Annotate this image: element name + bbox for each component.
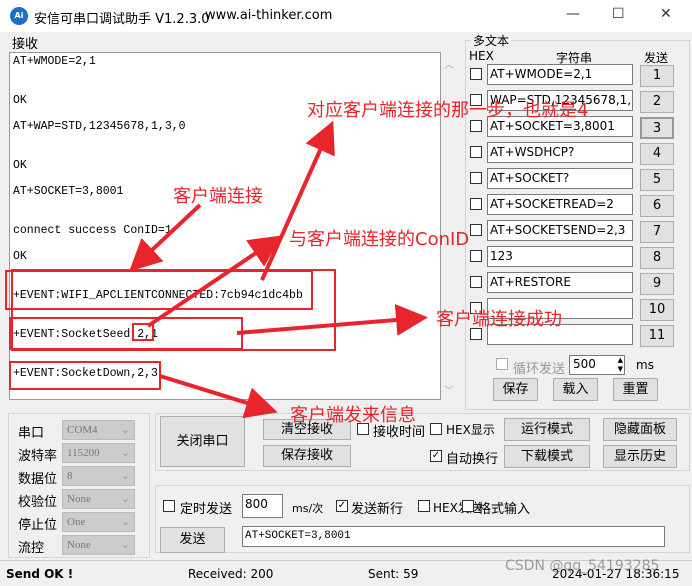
annotation-step-4: 对应客户端连接的那一步，也就是4 [307, 100, 589, 121]
annotation-overlay [5, 120, 428, 419]
highlight-box-socketdown [9, 361, 161, 390]
annotation-client-message: 客户端发来信息 [290, 405, 416, 426]
arrow-step-4 [260, 120, 335, 281]
arrow-connect-success [236, 304, 428, 336]
arrow-client-message [159, 374, 278, 419]
highlight-box-socketseed [9, 317, 243, 350]
arrow-client-connect [129, 203, 202, 272]
annotation-client-connect: 客户端连接 [173, 186, 263, 207]
highlight-box-connected [5, 270, 313, 310]
arrow-conid [146, 235, 282, 328]
annotation-conid: 与客户端连接的ConID [289, 229, 470, 250]
annotation-connect-success: 客户端连接成功 [436, 309, 562, 330]
